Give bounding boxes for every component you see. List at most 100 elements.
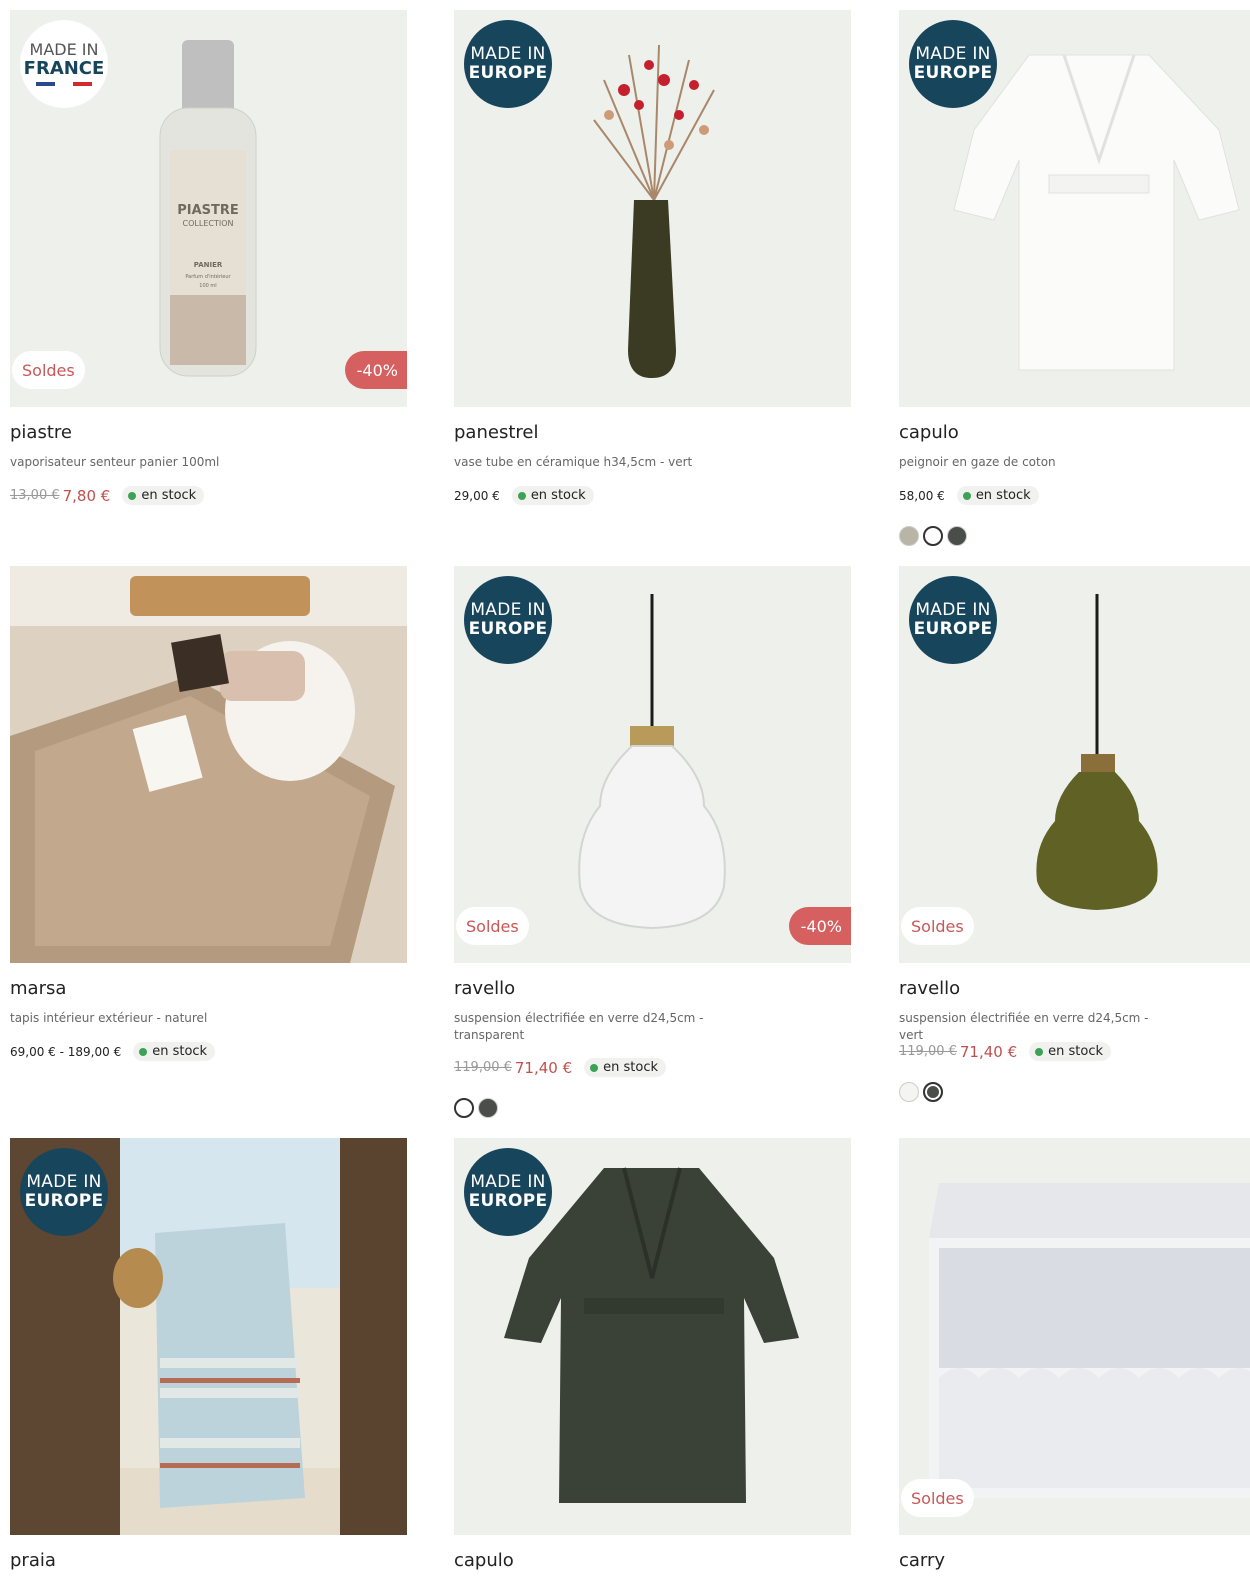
price-row: 119,00 € 71,40 € en stock	[899, 1042, 1112, 1061]
stock-dot-icon	[128, 491, 137, 500]
badge-line2: EUROPE	[468, 63, 548, 83]
stock-label: en stock	[141, 488, 197, 503]
made-in-france-badge: MADE IN FRANCE	[20, 20, 108, 108]
product-name[interactable]: panestrel	[454, 422, 538, 443]
bottle-scent-text: PANIER	[194, 261, 223, 269]
sale-tag: Soldes	[901, 907, 974, 945]
stock-dot-icon	[1035, 1047, 1044, 1056]
sale-tag: Soldes	[456, 907, 529, 945]
color-swatch-transparent[interactable]	[454, 1098, 474, 1118]
stock-badge: en stock	[584, 1058, 667, 1077]
discount-badge: -40%	[344, 351, 407, 389]
product-description: vaporisateur senteur panier 100ml	[10, 455, 220, 469]
stock-dot-icon	[590, 1063, 599, 1072]
product-image[interactable]: MADE IN EUROPE	[899, 10, 1250, 407]
product-name[interactable]: marsa	[10, 978, 66, 999]
stock-badge: en stock	[511, 486, 594, 505]
color-swatch-white[interactable]	[923, 526, 943, 546]
badge-line1: MADE IN	[26, 1172, 102, 1192]
french-flag-icon	[36, 82, 93, 86]
color-swatch-transparent[interactable]	[899, 1082, 919, 1102]
stock-badge: en stock	[956, 486, 1039, 505]
product-image[interactable]: MADE IN EUROPE	[454, 1138, 851, 1535]
stock-badge: en stock	[122, 486, 205, 505]
product-name[interactable]: ravello	[899, 978, 960, 999]
price-row: 58,00 € en stock	[899, 486, 1039, 505]
product-image[interactable]: PIASTRE COLLECTION PANIER Parfum d'intér…	[10, 10, 407, 407]
badge-line2: FRANCE	[23, 58, 105, 79]
badge-line1: MADE IN	[470, 1172, 546, 1192]
price-row: 29,00 € en stock	[454, 486, 594, 505]
product-description: tapis intérieur extérieur - naturel	[10, 1011, 208, 1025]
product-name[interactable]: ravello	[454, 978, 515, 999]
rug-with-armchair-image	[10, 566, 407, 963]
product-description: vase tube en céramique h34,5cm - vert	[454, 455, 693, 469]
color-swatch-grey[interactable]	[947, 526, 967, 546]
stock-dot-icon	[517, 491, 526, 500]
product-image[interactable]: MADE IN EUROPE Soldes -40%	[454, 566, 851, 963]
stock-label: en stock	[603, 1060, 659, 1075]
color-swatch-green[interactable]	[923, 1082, 943, 1102]
old-price: 13,00 €	[10, 488, 60, 503]
badge-line1: MADE IN	[915, 44, 991, 64]
badge-line1: MADE IN	[29, 40, 99, 59]
sale-price: 71,40 €	[514, 1058, 573, 1077]
old-price: 119,00 €	[454, 1060, 512, 1075]
badge-line2: EUROPE	[24, 1191, 104, 1211]
badge-line2: EUROPE	[468, 619, 548, 639]
price-row: 119,00 € 71,40 € en stock	[454, 1058, 667, 1077]
made-in-europe-badge: MADE IN EUROPE	[20, 1148, 108, 1236]
sale-tag: Soldes	[12, 351, 85, 389]
made-in-europe-badge: MADE IN EUROPE	[909, 20, 997, 108]
product-name[interactable]: praia	[10, 1550, 56, 1571]
product-image[interactable]	[10, 566, 407, 963]
stock-badge: en stock	[133, 1042, 216, 1061]
product-image[interactable]: Soldes	[899, 1138, 1250, 1535]
product-name[interactable]: carry	[899, 1550, 945, 1571]
color-swatch-beige[interactable]	[899, 526, 919, 546]
product-name[interactable]: capulo	[454, 1550, 514, 1571]
color-swatches	[899, 526, 971, 546]
price: 69,00 € - 189,00 €	[10, 1044, 122, 1059]
price-row: 69,00 € - 189,00 € en stock	[10, 1042, 216, 1061]
product-image[interactable]: MADE IN EUROPE Soldes	[899, 566, 1250, 963]
discount-badge: -40%	[788, 907, 851, 945]
product-image[interactable]: MADE IN EUROPE	[10, 1138, 407, 1535]
badge-line1: MADE IN	[915, 600, 991, 620]
made-in-europe-badge: MADE IN EUROPE	[909, 576, 997, 664]
stock-label: en stock	[152, 1044, 208, 1059]
product-name[interactable]: capulo	[899, 422, 959, 443]
stock-badge: en stock	[1029, 1042, 1112, 1061]
color-swatch-grey[interactable]	[478, 1098, 498, 1118]
stock-dot-icon	[139, 1047, 148, 1056]
price: 58,00 €	[899, 488, 945, 503]
made-in-europe-badge: MADE IN EUROPE	[464, 1148, 552, 1236]
stock-label: en stock	[530, 488, 586, 503]
badge-line2: EUROPE	[468, 1191, 548, 1211]
sale-price: 7,80 €	[62, 486, 111, 505]
color-swatches	[454, 1098, 502, 1118]
product-description: suspension électrifiée en verre d24,5cm …	[899, 1011, 1149, 1042]
bottle-type-text: Parfum d'intérieur	[185, 273, 231, 280]
badge-line2: EUROPE	[913, 63, 993, 83]
product-image[interactable]: MADE IN EUROPE	[454, 10, 851, 407]
sale-price: 71,40 €	[959, 1042, 1018, 1061]
price-row: 13,00 € 7,80 € en stock	[10, 486, 205, 505]
made-in-europe-badge: MADE IN EUROPE	[464, 576, 552, 664]
badge-line1: MADE IN	[470, 44, 546, 64]
bottle-collection-text: COLLECTION	[183, 219, 234, 228]
badge-line2: EUROPE	[913, 619, 993, 639]
bottle-volume-text: 100 ml	[199, 283, 216, 289]
color-swatches	[899, 1082, 947, 1102]
badge-line1: MADE IN	[470, 600, 546, 620]
product-description: suspension électrifiée en verre d24,5cm …	[454, 1011, 704, 1042]
product-name[interactable]: piastre	[10, 422, 72, 443]
white-storage-unit-image	[929, 1183, 1250, 1498]
stock-label: en stock	[975, 488, 1031, 503]
stock-dot-icon	[962, 491, 971, 500]
sale-tag: Soldes	[901, 1479, 974, 1517]
product-description: peignoir en gaze de coton	[899, 455, 1056, 469]
price: 29,00 €	[454, 488, 500, 503]
bottle-brand-text: PIASTRE	[177, 203, 239, 218]
stock-label: en stock	[1048, 1044, 1104, 1059]
